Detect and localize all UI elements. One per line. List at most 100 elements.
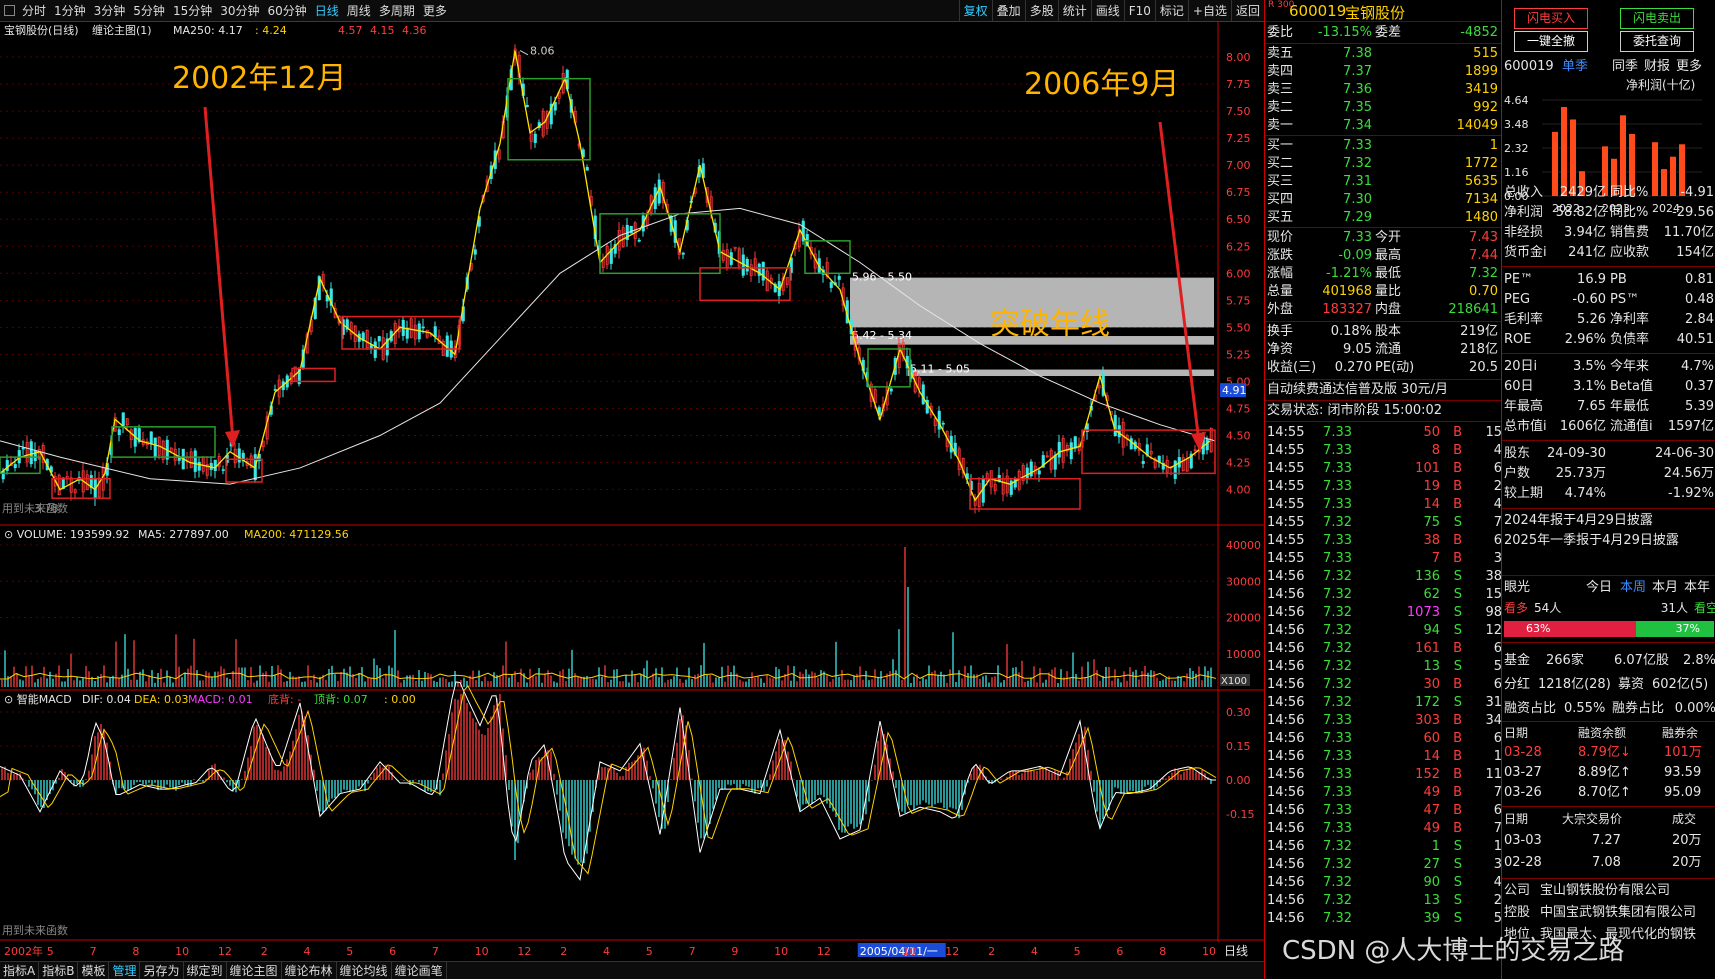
- tick-side: B: [1453, 731, 1462, 746]
- profit-bar: [1561, 107, 1567, 196]
- info-panel: 闪电买入 闪电卖出 一键全撤 委托查询 600019 单季 同季 财报 更多 净利润(十亿…: [1501, 0, 1715, 979]
- perf-value: 5.39: [1685, 399, 1714, 414]
- indicator-tab-7[interactable]: 缠论布林: [282, 962, 337, 979]
- price-axis-tick: 5.25: [1226, 348, 1251, 361]
- tool-button-4[interactable]: 画线: [1090, 0, 1124, 22]
- tool-button-1[interactable]: 叠加: [991, 0, 1025, 22]
- val-row: ROE 2.96% 负债率 40.51: [1502, 331, 1715, 349]
- tool-button-2[interactable]: 多股: [1024, 0, 1058, 22]
- tool-button-5[interactable]: F10: [1123, 0, 1155, 22]
- tick-time: 14:56: [1267, 659, 1305, 674]
- period-tab-6[interactable]: 60分钟: [264, 2, 311, 19]
- ask-price: 7.38: [1343, 46, 1372, 61]
- indicator-tab-8[interactable]: 缠论均线: [337, 962, 392, 979]
- indicator-tab-2[interactable]: 模板: [78, 962, 110, 979]
- price-axis-tick: 7.75: [1226, 78, 1251, 91]
- fin-label: 净利润: [1504, 205, 1544, 220]
- period-tab-7[interactable]: 日线: [311, 2, 343, 19]
- perf-row: 20日i 3.5% 今年来 4.7%: [1502, 358, 1715, 376]
- div-value: 1218亿(28): [1538, 677, 1611, 692]
- tick-side: B: [1453, 551, 1462, 566]
- tool-button-3[interactable]: 统计: [1057, 0, 1091, 22]
- chart-canvas[interactable]: 8.00 7.75 7.50 7.25 7.00 6.75 6.50 6.25 6.00 5.75…: [0, 22, 1264, 962]
- tool-button-7[interactable]: +自选: [1187, 0, 1231, 22]
- menu-icon[interactable]: [4, 5, 15, 16]
- tab-year[interactable]: 本年: [1684, 579, 1710, 597]
- indicator-tab-9[interactable]: 缠论画笔: [392, 962, 447, 979]
- period-tab-3[interactable]: 5分钟: [129, 2, 169, 19]
- period-tab-9[interactable]: 多周期: [375, 2, 419, 19]
- stat-row: 涨跌 -0.09 最高 7.44: [1265, 247, 1502, 265]
- indicator-tab-1[interactable]: 指标B: [39, 962, 79, 979]
- candle-body: [525, 105, 529, 108]
- tool-button-0[interactable]: 复权: [958, 0, 992, 22]
- tab-today[interactable]: 今日: [1586, 579, 1612, 597]
- indicator-tab-3[interactable]: 管理: [109, 962, 141, 979]
- tick-price: 7.33: [1323, 479, 1352, 494]
- period-tab-0[interactable]: 分时: [18, 2, 50, 19]
- candle-body: [237, 448, 241, 463]
- tool-button-8[interactable]: 返回: [1230, 0, 1264, 22]
- stock-name[interactable]: 宝钢股份: [1345, 2, 1405, 23]
- tab-season[interactable]: 单季: [1562, 58, 1588, 76]
- order-query-button[interactable]: 委托查询: [1620, 31, 1694, 52]
- fin-value: 58.82亿: [1555, 205, 1606, 220]
- tick-side: B: [1453, 497, 1462, 512]
- val-label: 负债率: [1610, 332, 1650, 347]
- period-tab-4[interactable]: 15分钟: [169, 2, 216, 19]
- stat-value: 20.5: [1469, 360, 1498, 375]
- val-label: 净利率: [1610, 312, 1650, 327]
- price-axis-tick: 7.00: [1226, 159, 1251, 172]
- flash-sell-button[interactable]: 闪电卖出: [1620, 8, 1694, 29]
- candle-body: [421, 326, 425, 329]
- stat-row: 收益(三) 0.270 PE(动) 20.5: [1265, 359, 1502, 377]
- indicator-tab-4[interactable]: 另存为: [140, 962, 184, 979]
- tick-vol: 49: [1423, 821, 1440, 836]
- period-tab-5[interactable]: 30分钟: [216, 2, 263, 19]
- margin-date: 03-26: [1504, 785, 1542, 800]
- fin-row: 货币金i 241亿 应收款 154亿: [1502, 244, 1715, 262]
- stat-label: 最低: [1375, 266, 1402, 281]
- tick-side: S: [1453, 911, 1462, 926]
- period-tabs: 分时 1分钟 3分钟 5分钟 15分钟 30分钟 60分钟 日线 周线 多周期 更多: [18, 0, 451, 22]
- candle-body: [837, 276, 841, 280]
- tab-same[interactable]: 同季: [1612, 58, 1638, 76]
- indicator-tab-6[interactable]: 缠论主图: [227, 962, 282, 979]
- bid-label: 买二: [1267, 156, 1294, 171]
- tick-num: 38: [1485, 569, 1502, 584]
- bid-vol: 1480: [1464, 210, 1498, 225]
- perf-value: 1597亿: [1667, 419, 1714, 434]
- tick-vol: 39: [1423, 911, 1440, 926]
- tab-week[interactable]: 本周: [1620, 579, 1646, 597]
- period-tab-1[interactable]: 1分钟: [50, 2, 90, 19]
- indicator-tab-5[interactable]: 绑定到: [184, 962, 227, 979]
- candle-body: [273, 389, 277, 391]
- app-window: 分时 1分钟 3分钟 5分钟 15分钟 30分钟 60分钟 日线 周线 多周期 更多 复权 叠加 多股统…: [0, 0, 1715, 979]
- val-row: PE™ 16.9 PB 0.81: [1502, 271, 1715, 289]
- bid-row: 买三 7.31 5635: [1265, 173, 1502, 191]
- val-label: PEG: [1504, 292, 1531, 307]
- tool-button-6[interactable]: 标记: [1154, 0, 1188, 22]
- ask-vol: 3419: [1464, 82, 1498, 97]
- price-axis-tick: 8.00: [1226, 51, 1251, 64]
- price-axis-tick: 5.50: [1226, 321, 1251, 334]
- flash-buy-button[interactable]: 闪电买入: [1514, 8, 1588, 29]
- cancel-all-button[interactable]: 一键全撤: [1514, 31, 1588, 52]
- div-row: 分红 1218亿(28) 募资 602亿(5): [1502, 676, 1715, 694]
- date-axis-tick: 10: [774, 945, 788, 958]
- bear-count: 31人: [1660, 601, 1688, 615]
- candle-body: [193, 450, 197, 472]
- kline-chart[interactable]: 8.00 7.75 7.50 7.25 7.00 6.75 6.50 6.25 6.00 5.75…: [0, 22, 1264, 962]
- tab-report[interactable]: 财报: [1644, 58, 1670, 76]
- tab-more[interactable]: 更多: [1676, 58, 1702, 76]
- fin-label: 同比%: [1610, 205, 1649, 220]
- tab-month[interactable]: 本月: [1652, 579, 1678, 597]
- indicator-tab-0[interactable]: 指标A: [0, 962, 40, 979]
- period-tab-2[interactable]: 3分钟: [90, 2, 130, 19]
- period-tab-8[interactable]: 周线: [343, 2, 375, 19]
- tick-num: 15: [1485, 587, 1502, 602]
- tick-row: 14:56 7.32 161 B 6: [1265, 640, 1502, 658]
- perf-label: 年最高: [1504, 399, 1544, 414]
- tick-vol: 38: [1423, 533, 1440, 548]
- period-tab-10[interactable]: 更多: [419, 2, 451, 19]
